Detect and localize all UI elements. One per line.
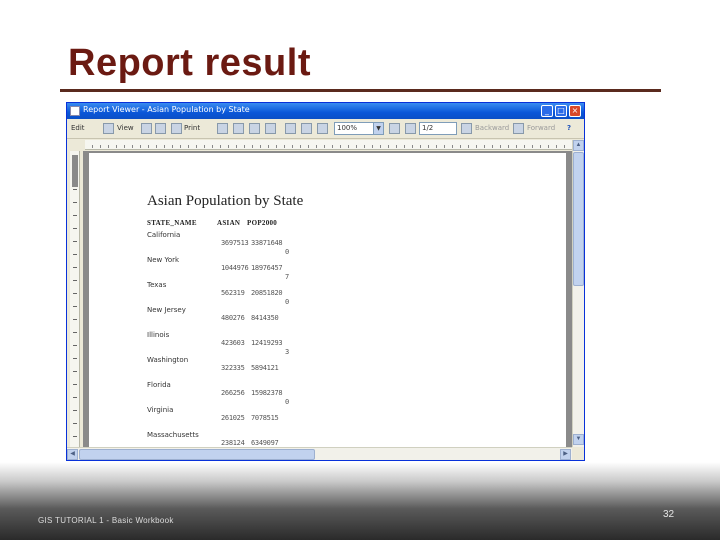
asian-value: 423603: [221, 339, 245, 347]
window-titlebar[interactable]: Report Viewer - Asian Population by Stat…: [67, 103, 584, 119]
two-page-icon[interactable]: [233, 123, 244, 134]
vertical-ruler: [70, 151, 80, 447]
layout-icon[interactable]: [155, 123, 166, 134]
asian-value: 562319: [221, 289, 245, 297]
asian-value: 1044976: [221, 264, 249, 272]
print-button[interactable]: Print: [184, 124, 200, 132]
close-button[interactable]: ×: [569, 105, 581, 117]
forward-icon[interactable]: [513, 123, 524, 134]
vertical-scrollbar[interactable]: ▲ ▼: [572, 140, 584, 447]
backward-icon[interactable]: [461, 123, 472, 134]
pop-value: 20851820: [251, 289, 283, 297]
page-setup-icon[interactable]: [141, 123, 152, 134]
state-name: New York: [147, 256, 180, 264]
go-page-icon[interactable]: [405, 123, 416, 134]
pop-value: 33871648: [251, 239, 283, 247]
horizontal-scrollbar[interactable]: ◀ ▶: [67, 447, 572, 460]
title-rule: [60, 89, 661, 92]
state-name: New Jersey: [147, 306, 186, 314]
scroll-right-icon[interactable]: ▶: [560, 449, 571, 460]
multi-page-icon[interactable]: [249, 123, 260, 134]
page-number-input[interactable]: 1/2: [419, 122, 457, 135]
maximize-button[interactable]: □: [555, 105, 567, 117]
footer-band: [0, 462, 720, 540]
pop-value-wrap: 0: [285, 398, 290, 406]
report-title: Asian Population by State: [147, 193, 304, 209]
state-name: Massachusetts: [147, 431, 199, 439]
scroll-down-icon[interactable]: ▼: [573, 434, 584, 445]
asian-value: 238124: [221, 439, 245, 447]
scroll-left-icon[interactable]: ◀: [67, 449, 78, 460]
zoom-page-icon[interactable]: [317, 123, 328, 134]
horizontal-ruler: [85, 140, 572, 150]
zoom-in-icon[interactable]: [285, 123, 296, 134]
column-header-pop: POP2000: [247, 219, 278, 227]
page-number: 32: [663, 509, 675, 520]
asian-value: 3697513: [221, 239, 249, 247]
backward-button[interactable]: Backward: [475, 124, 509, 132]
asian-value: 480276: [221, 314, 245, 322]
copy-icon[interactable]: [103, 123, 114, 134]
ruler-marker: [72, 155, 78, 187]
report-app-icon: [70, 106, 80, 116]
zoom-out-icon[interactable]: [301, 123, 312, 134]
chevron-down-icon[interactable]: ▼: [373, 122, 384, 135]
column-header-state: STATE_NAME: [147, 219, 197, 227]
state-name: Virginia: [147, 406, 174, 414]
single-page-icon[interactable]: [217, 123, 228, 134]
printer-icon[interactable]: [171, 123, 182, 134]
page-area: Asian Population by State STATE_NAME ASI…: [83, 151, 572, 447]
slide-title: Report result: [68, 42, 311, 84]
scroll-up-icon[interactable]: ▲: [573, 140, 584, 151]
pop-value: 6349097: [251, 439, 279, 447]
asian-value: 266256: [221, 389, 245, 397]
column-header-asian: ASIAN: [217, 219, 241, 227]
edit-menu[interactable]: Edit: [71, 124, 85, 132]
pop-value: 7078515: [251, 414, 279, 422]
pop-value: 8414350: [251, 314, 279, 322]
vertical-scroll-thumb[interactable]: [573, 152, 584, 286]
pop-value-wrap: 0: [285, 248, 290, 256]
asian-value: 322335: [221, 364, 245, 372]
toolbar: Edit View Print 100% ▼ 1/2 Backward Forw…: [67, 119, 584, 139]
asian-value: 261025: [221, 414, 245, 422]
pop-value: 18976457: [251, 264, 283, 272]
pop-value: 5894121: [251, 364, 279, 372]
state-name: Texas: [147, 281, 167, 289]
pop-value-wrap: 7: [285, 273, 290, 281]
report-page: Asian Population by State STATE_NAME ASI…: [89, 153, 566, 447]
report-viewer-window: Report Viewer - Asian Population by Stat…: [66, 102, 585, 461]
pop-value: 15982378: [251, 389, 283, 397]
horizontal-scroll-thumb[interactable]: [79, 449, 315, 460]
pop-value-wrap: 3: [285, 348, 290, 356]
view-menu[interactable]: View: [117, 124, 134, 132]
state-name: Florida: [147, 381, 171, 389]
state-name: California: [147, 231, 181, 239]
pop-value: 12419293: [251, 339, 283, 347]
help-button[interactable]: ?: [567, 124, 571, 132]
pop-value-wrap: 0: [285, 298, 290, 306]
first-page-icon[interactable]: [389, 123, 400, 134]
state-name: Illinois: [147, 331, 170, 339]
state-name: Washington: [147, 356, 189, 364]
window-title: Report Viewer - Asian Population by Stat…: [83, 105, 250, 114]
forward-button[interactable]: Forward: [527, 124, 555, 132]
grid-icon[interactable]: [265, 123, 276, 134]
minimize-button[interactable]: _: [541, 105, 553, 117]
footer-text: GIS TUTORIAL 1 - Basic Workbook: [38, 516, 174, 525]
